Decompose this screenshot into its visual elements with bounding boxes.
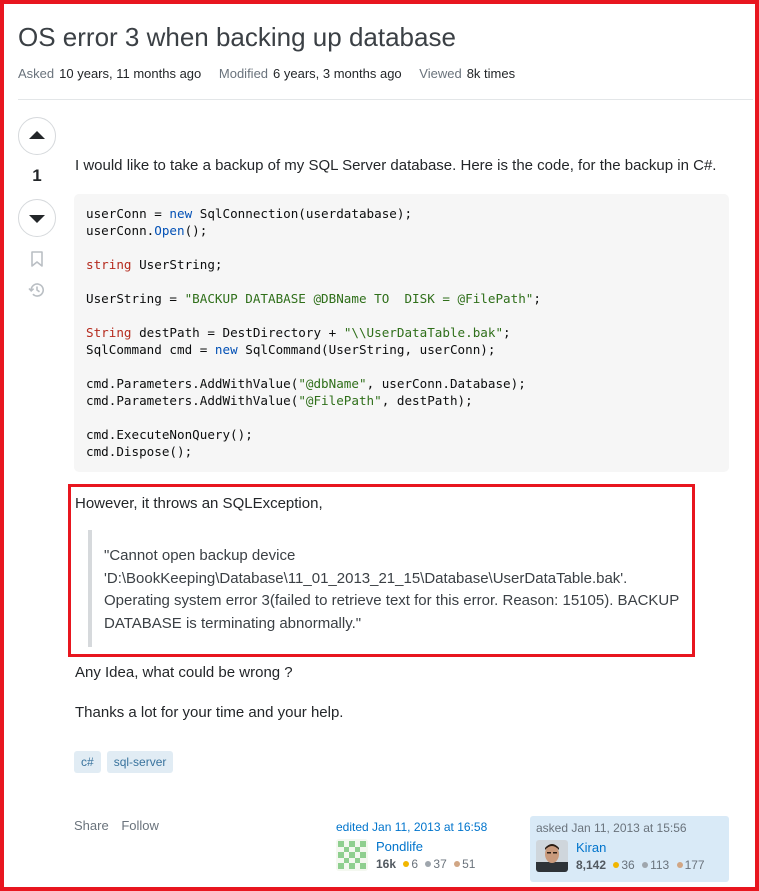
tag-csharp[interactable]: c# — [74, 751, 101, 773]
follow-link[interactable]: Follow — [121, 818, 159, 833]
asker-card: asked Jan 11, 2013 at 15:56 Kiran 8,142 … — [530, 816, 729, 882]
editor-rep-score: 16k — [376, 857, 397, 871]
upvote-button[interactable] — [18, 117, 56, 155]
downvote-button[interactable] — [18, 199, 56, 237]
gold-badges: 36 — [613, 858, 635, 872]
meta-modified-label: Modified — [218, 66, 269, 81]
gold-count: 36 — [621, 858, 635, 872]
bronze-badge-icon — [454, 861, 461, 867]
silver-count: 113 — [650, 858, 670, 872]
silver-badge-icon — [425, 861, 432, 867]
meta-modified: Modified 6 years, 3 months ago — [219, 66, 405, 81]
asker-rep-score: 8,142 — [576, 858, 607, 872]
editor-card: edited Jan 11, 2013 at 16:58 Pondlife 16… — [336, 820, 516, 871]
meta-asked-value: 10 years, 11 months ago — [59, 66, 202, 81]
code-line: cmd.Parameters.AddWithValue("@FilePath",… — [86, 393, 473, 408]
silver-badges: 37 — [425, 857, 447, 871]
code-line: string UserString; — [86, 257, 223, 272]
tag-list: c# sql-server — [74, 751, 174, 773]
code-content: userConn = new SqlConnection(userdatabas… — [86, 205, 717, 460]
error-quote-text: "Cannot open backup device 'D:\BookKeepi… — [104, 547, 679, 633]
exception-intro: However, it throws an SQLException, — [75, 495, 323, 512]
bronze-badge-icon — [676, 862, 683, 868]
meta-modified-value[interactable]: 6 years, 3 months ago — [273, 66, 402, 81]
code-line: userConn.Open(); — [86, 223, 208, 238]
bronze-count: 177 — [684, 858, 705, 872]
editor-details: Pondlife 16k 6 37 51 — [376, 839, 479, 871]
downvote-icon — [29, 215, 45, 223]
meta-asked: Asked 10 years, 11 months ago — [18, 66, 205, 81]
post-actions: Share Follow — [74, 818, 168, 833]
editor-user: Pondlife 16k 6 37 51 — [336, 839, 516, 871]
asker-reputation: 8,142 36 113 177 — [576, 858, 709, 872]
upvote-icon — [29, 131, 45, 139]
silver-badges: 113 — [642, 858, 669, 872]
code-block: userConn = new SqlConnection(userdatabas… — [74, 194, 729, 472]
meta-asked-label: Asked — [18, 66, 55, 81]
thanks-line: Thanks a lot for your time and your help… — [75, 704, 344, 721]
asker-name[interactable]: Kiran — [576, 840, 709, 855]
question-meta: Asked 10 years, 11 months ago Modified 6 y… — [18, 66, 529, 81]
code-line: cmd.ExecuteNonQuery(); — [86, 427, 253, 442]
gold-badge-icon — [403, 861, 410, 867]
edited-timestamp[interactable]: edited Jan 11, 2013 at 16:58 — [336, 820, 516, 834]
header-divider — [18, 99, 753, 100]
gold-badge-icon — [613, 862, 620, 868]
code-line: cmd.Parameters.AddWithValue("@dbName", u… — [86, 376, 526, 391]
silver-badge-icon — [642, 862, 649, 868]
vote-count: 1 — [32, 166, 42, 185]
editor-name[interactable]: Pondlife — [376, 839, 479, 854]
meta-viewed-value: 8k times — [466, 66, 516, 81]
meta-viewed: Viewed 8k times — [419, 66, 515, 81]
question-title[interactable]: OS error 3 when backing up database — [18, 22, 456, 53]
code-line: SqlCommand cmd = new SqlCommand(UserStri… — [86, 342, 496, 357]
code-line: UserString = "BACKUP DATABASE @DBName TO… — [86, 291, 541, 306]
identicon-avatar[interactable] — [336, 839, 368, 871]
error-blockquote: "Cannot open backup device 'D:\BookKeepi… — [88, 530, 688, 647]
bronze-badges: 177 — [676, 858, 705, 872]
code-line: userConn = new SqlConnection(userdatabas… — [86, 206, 413, 221]
tag-sql-server[interactable]: sql-server — [106, 751, 174, 773]
meta-viewed-label: Viewed — [419, 66, 462, 81]
code-line: String destPath = DestDirectory + "\\Use… — [86, 325, 511, 340]
bookmark-icon[interactable] — [28, 250, 46, 268]
question-intro: I would like to take a backup of my SQL … — [75, 157, 717, 174]
bronze-badges: 51 — [454, 857, 475, 871]
history-icon[interactable] — [28, 281, 46, 299]
question-line: Any Idea, what could be wrong ? — [75, 664, 293, 681]
asker-user: Kiran 8,142 36 113 177 — [536, 840, 723, 872]
share-link[interactable]: Share — [74, 818, 109, 833]
gold-badges: 6 — [403, 857, 418, 871]
user-photo-avatar[interactable] — [536, 840, 568, 872]
gold-count: 6 — [411, 857, 419, 871]
editor-reputation: 16k 6 37 51 — [376, 857, 479, 871]
code-line: cmd.Dispose(); — [86, 444, 193, 459]
bronze-count: 51 — [462, 857, 476, 871]
asker-details: Kiran 8,142 36 113 177 — [576, 840, 709, 872]
asked-timestamp: asked Jan 11, 2013 at 15:56 — [536, 821, 687, 835]
silver-count: 37 — [433, 857, 447, 871]
